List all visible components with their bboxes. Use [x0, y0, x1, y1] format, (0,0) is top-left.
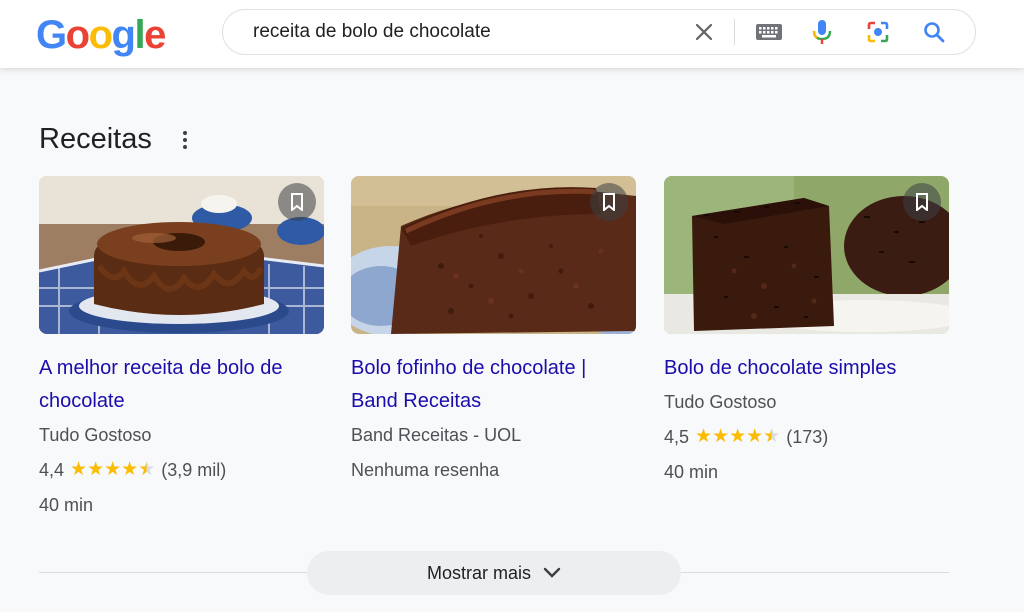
divider-right: [679, 572, 949, 573]
no-reviews-text: Nenhuma resenha: [351, 460, 500, 480]
rating-row: 4,5 ★ ★ ★ ★ ★ (173): [664, 424, 949, 450]
search-box[interactable]: receita de bolo de chocolate: [222, 9, 976, 55]
star-rating-icon: ★ ★ ★ ★ ★: [695, 426, 781, 447]
review-count: (3,9 mil): [161, 460, 227, 480]
recipe-source: Band Receitas - UOL: [351, 425, 522, 445]
bookmark-icon[interactable]: [278, 183, 316, 221]
recipe-source: Tudo Gostoso: [664, 392, 777, 412]
keyboard-icon[interactable]: [751, 10, 787, 54]
microphone-icon[interactable]: [807, 10, 837, 54]
cook-time: 40 min: [664, 462, 719, 482]
logo-letter: o: [65, 13, 90, 57]
cook-time: 40 min: [39, 495, 94, 515]
recipe-title-line: A melhor receita de bolo de: [39, 357, 283, 379]
chevron-down-icon: [543, 567, 561, 578]
rating-value: 4,5: [664, 427, 690, 447]
search-divider: [734, 19, 735, 45]
search-icon[interactable]: [919, 10, 949, 54]
star-rating-icon: ★ ★ ★ ★ ★: [70, 459, 156, 480]
recipe-title-link[interactable]: A melhor receita de bolo de chocolate: [39, 352, 324, 418]
recipe-image[interactable]: [351, 176, 636, 334]
recipe-image[interactable]: [664, 176, 949, 334]
recipe-image[interactable]: [39, 176, 324, 334]
more-options-icon[interactable]: [176, 128, 194, 152]
recipe-title-line: Band Receitas: [351, 390, 482, 412]
lens-icon[interactable]: [863, 10, 893, 54]
recipe-card[interactable]: Bolo de chocolate simples Tudo Gostoso 4…: [664, 176, 949, 485]
rating-row: 4,4 ★ ★ ★ ★ ★ (3,9 mil): [39, 457, 324, 483]
logo-letter: o: [88, 13, 113, 57]
divider-left: [39, 572, 309, 573]
logo-letter: l: [134, 13, 145, 57]
section-title: Receitas: [39, 123, 152, 155]
recipe-title-link[interactable]: Bolo de chocolate simples: [664, 352, 949, 385]
logo-letter: g: [111, 13, 136, 57]
recipe-title-line: Bolo fofinho de chocolate |: [351, 357, 587, 379]
show-more-button[interactable]: Mostrar mais: [307, 551, 681, 595]
logo-letter: e: [144, 13, 166, 57]
recipe-title-line: Bolo de chocolate simples: [664, 357, 897, 379]
recipe-title-line: chocolate: [39, 390, 125, 412]
recipe-card[interactable]: A melhor receita de bolo de chocolate Tu…: [39, 176, 324, 518]
google-logo[interactable]: Google: [36, 12, 166, 58]
recipe-title-link[interactable]: Bolo fofinho de chocolate | Band Receita…: [351, 352, 636, 418]
logo-letter: G: [36, 13, 67, 57]
recipe-card[interactable]: Bolo fofinho de chocolate | Band Receita…: [351, 176, 636, 483]
show-more-label: Mostrar mais: [426, 562, 531, 583]
recipe-source: Tudo Gostoso: [39, 425, 152, 445]
review-count: (173): [786, 427, 829, 447]
rating-value: 4,4: [39, 460, 65, 480]
search-input[interactable]: receita de bolo de chocolate: [253, 10, 491, 54]
bookmark-icon[interactable]: [903, 183, 941, 221]
top-bar: Google receita de bolo de chocolate: [0, 0, 1024, 68]
clear-icon[interactable]: [689, 10, 719, 54]
bookmark-icon[interactable]: [590, 183, 628, 221]
